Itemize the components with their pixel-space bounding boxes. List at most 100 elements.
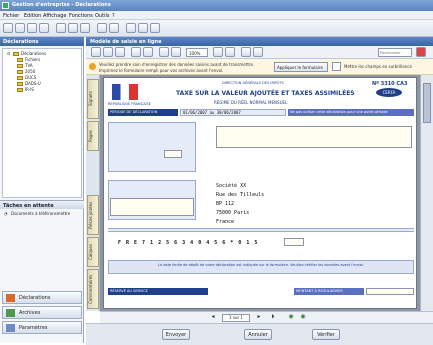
nav-button-label: Paramètres	[19, 325, 48, 331]
forward-icon[interactable]	[15, 23, 25, 33]
address-top-field[interactable]	[216, 126, 412, 148]
page-navigation-bar: ◂ 1 sur 1 ▸ ⏵ ◉ ◉	[100, 311, 433, 323]
last-page-icon[interactable]: ⏵	[268, 313, 278, 321]
previous-view-icon[interactable]: ◉	[286, 313, 296, 321]
tab-pages[interactable]: Pages	[87, 121, 99, 151]
folder-icon	[17, 82, 23, 86]
service-box	[108, 122, 196, 172]
search-icon[interactable]	[416, 47, 426, 57]
first-page-icon[interactable]: ◂	[208, 313, 218, 321]
back-icon[interactable]	[3, 23, 13, 33]
menu-fonctions[interactable]: Fonctions	[69, 13, 93, 19]
save-doc-icon[interactable]	[91, 47, 101, 57]
message-line-1: Veuillez prendre soin d'enregistrer des …	[99, 62, 255, 67]
menu-fichier[interactable]: Fichier	[3, 13, 19, 19]
tab-signets[interactable]: Signets	[87, 79, 99, 119]
address-line-3: BP 112	[216, 201, 235, 207]
tasks-header: Tâches en attente	[0, 200, 84, 209]
highlight-icon[interactable]	[253, 47, 263, 57]
tree-item-ducs[interactable]: DUCS	[25, 75, 36, 80]
highlight-checkbox[interactable]	[332, 62, 341, 71]
nav-button-parametres[interactable]: Paramètres	[2, 321, 82, 334]
scrollbar-thumb[interactable]	[423, 83, 431, 123]
print-icon[interactable]	[97, 23, 107, 33]
settings-icon[interactable]	[138, 23, 148, 33]
period-banner: Ne pas utiliser cette déclaration pour u…	[288, 109, 414, 116]
help-icon[interactable]	[150, 23, 160, 33]
tax-form: RÉPUBLIQUE FRANÇAISE DIRECTION GÉNÉRALE …	[103, 77, 417, 309]
highlight-fields-label: Mettre les champs en surbrillance	[344, 64, 412, 69]
mail-icon[interactable]	[109, 23, 119, 33]
direction-label: DIRECTION GÉNÉRALE DES IMPÔTS	[222, 81, 284, 85]
marianne-logo	[112, 84, 138, 100]
next-page-icon[interactable]: ▸	[254, 313, 264, 321]
tree-expand-icon[interactable]: ⊟	[7, 51, 10, 56]
address-line-4: 75000 Paris	[216, 210, 250, 216]
comment-icon[interactable]	[241, 47, 251, 57]
zoom-select[interactable]: 100%	[186, 48, 208, 57]
parametres-icon	[6, 324, 15, 332]
cancel-button[interactable]: Annuler	[244, 329, 272, 340]
select-tool-icon[interactable]	[143, 47, 153, 57]
folder-icon	[17, 58, 23, 62]
main-toolbar	[0, 20, 433, 37]
print-doc-icon[interactable]	[103, 47, 113, 57]
left-pane-header: Déclarations	[0, 37, 84, 46]
small-field[interactable]	[164, 150, 182, 158]
tree-root[interactable]: Déclarations	[21, 51, 46, 56]
tree-item-tva[interactable]: TVA	[25, 63, 33, 68]
code-check-field[interactable]	[284, 238, 304, 246]
cerfa-logo: CERFA	[376, 88, 402, 97]
home-icon[interactable]	[27, 23, 37, 33]
calendar-icon[interactable]	[126, 23, 136, 33]
info-icon	[89, 63, 96, 70]
refresh-icon[interactable]	[39, 23, 49, 33]
app-icon	[2, 2, 9, 9]
nav-button-archives[interactable]: Archives	[2, 306, 82, 319]
task-icon: ◔	[4, 211, 8, 216]
archives-icon	[6, 309, 15, 317]
regularize-label: MONTANT À REGULARISER	[294, 288, 364, 295]
hand-tool-icon[interactable]	[131, 47, 141, 57]
tree-item-iris[interactable]: IR-IS	[25, 87, 34, 92]
zoom-out-icon[interactable]	[171, 47, 181, 57]
tree-item-fichiers[interactable]: Fichiers	[25, 57, 40, 62]
search-input[interactable]	[378, 48, 412, 57]
folder-icon	[17, 70, 23, 74]
form-title: TAXE SUR LA VALEUR AJOUTÉE ET TAXES ASSI…	[176, 90, 355, 97]
menu-outils[interactable]: Outils	[95, 13, 109, 19]
tree-item-dads[interactable]: DADS-U	[25, 81, 41, 86]
menu-affichage[interactable]: Affichage	[43, 13, 67, 19]
menu-edition[interactable]: Edition	[24, 13, 41, 19]
next-view-icon[interactable]: ◉	[298, 313, 308, 321]
folder-icon	[13, 52, 19, 56]
send-button[interactable]: Envoyer	[162, 329, 190, 340]
save-icon[interactable]	[80, 23, 90, 33]
tab-pieces-jointes[interactable]: Pièces jointes	[87, 195, 99, 235]
new-icon[interactable]	[56, 23, 66, 33]
fit-page-icon[interactable]	[213, 47, 223, 57]
zoom-in-icon[interactable]	[159, 47, 169, 57]
period-field[interactable]: 01/06/2007 au 30/06/2007	[180, 109, 286, 116]
declarations-tree: ⊟ Déclarations Fichiers TVA 2050 DUCS DA…	[2, 48, 82, 198]
task-item[interactable]: Documents à télétransmettre	[11, 211, 70, 216]
tab-calques[interactable]: Calques	[87, 237, 99, 267]
tab-commentaires[interactable]: Commentaires	[87, 269, 99, 309]
window-title: Gestion d'entreprise - Déclarations	[12, 2, 111, 8]
rotate-icon[interactable]	[225, 47, 235, 57]
tree-item-2050[interactable]: 2050	[25, 69, 35, 74]
verify-button[interactable]: Vérifier	[312, 329, 340, 340]
apply-form-button[interactable]: Appliquer le formulaire	[274, 62, 328, 72]
open-icon[interactable]	[68, 23, 78, 33]
menu-help[interactable]: ?	[112, 13, 115, 19]
form-number: Nº 3310 CA3	[372, 81, 408, 87]
nav-button-declarations[interactable]: Déclarations	[2, 291, 82, 304]
regularize-field[interactable]	[366, 288, 414, 295]
notice-box: La date limite de dépôt de votre déclara…	[108, 260, 414, 274]
window-title-bar: Gestion d'entreprise - Déclarations	[0, 0, 433, 11]
email-doc-icon[interactable]	[115, 47, 125, 57]
menu-bar: Fichier Edition Affichage Fonctions Outi…	[0, 11, 433, 20]
page-indicator[interactable]: 1 sur 1	[222, 314, 250, 322]
vertical-scrollbar[interactable]	[420, 75, 433, 311]
reference-field[interactable]	[110, 198, 194, 216]
